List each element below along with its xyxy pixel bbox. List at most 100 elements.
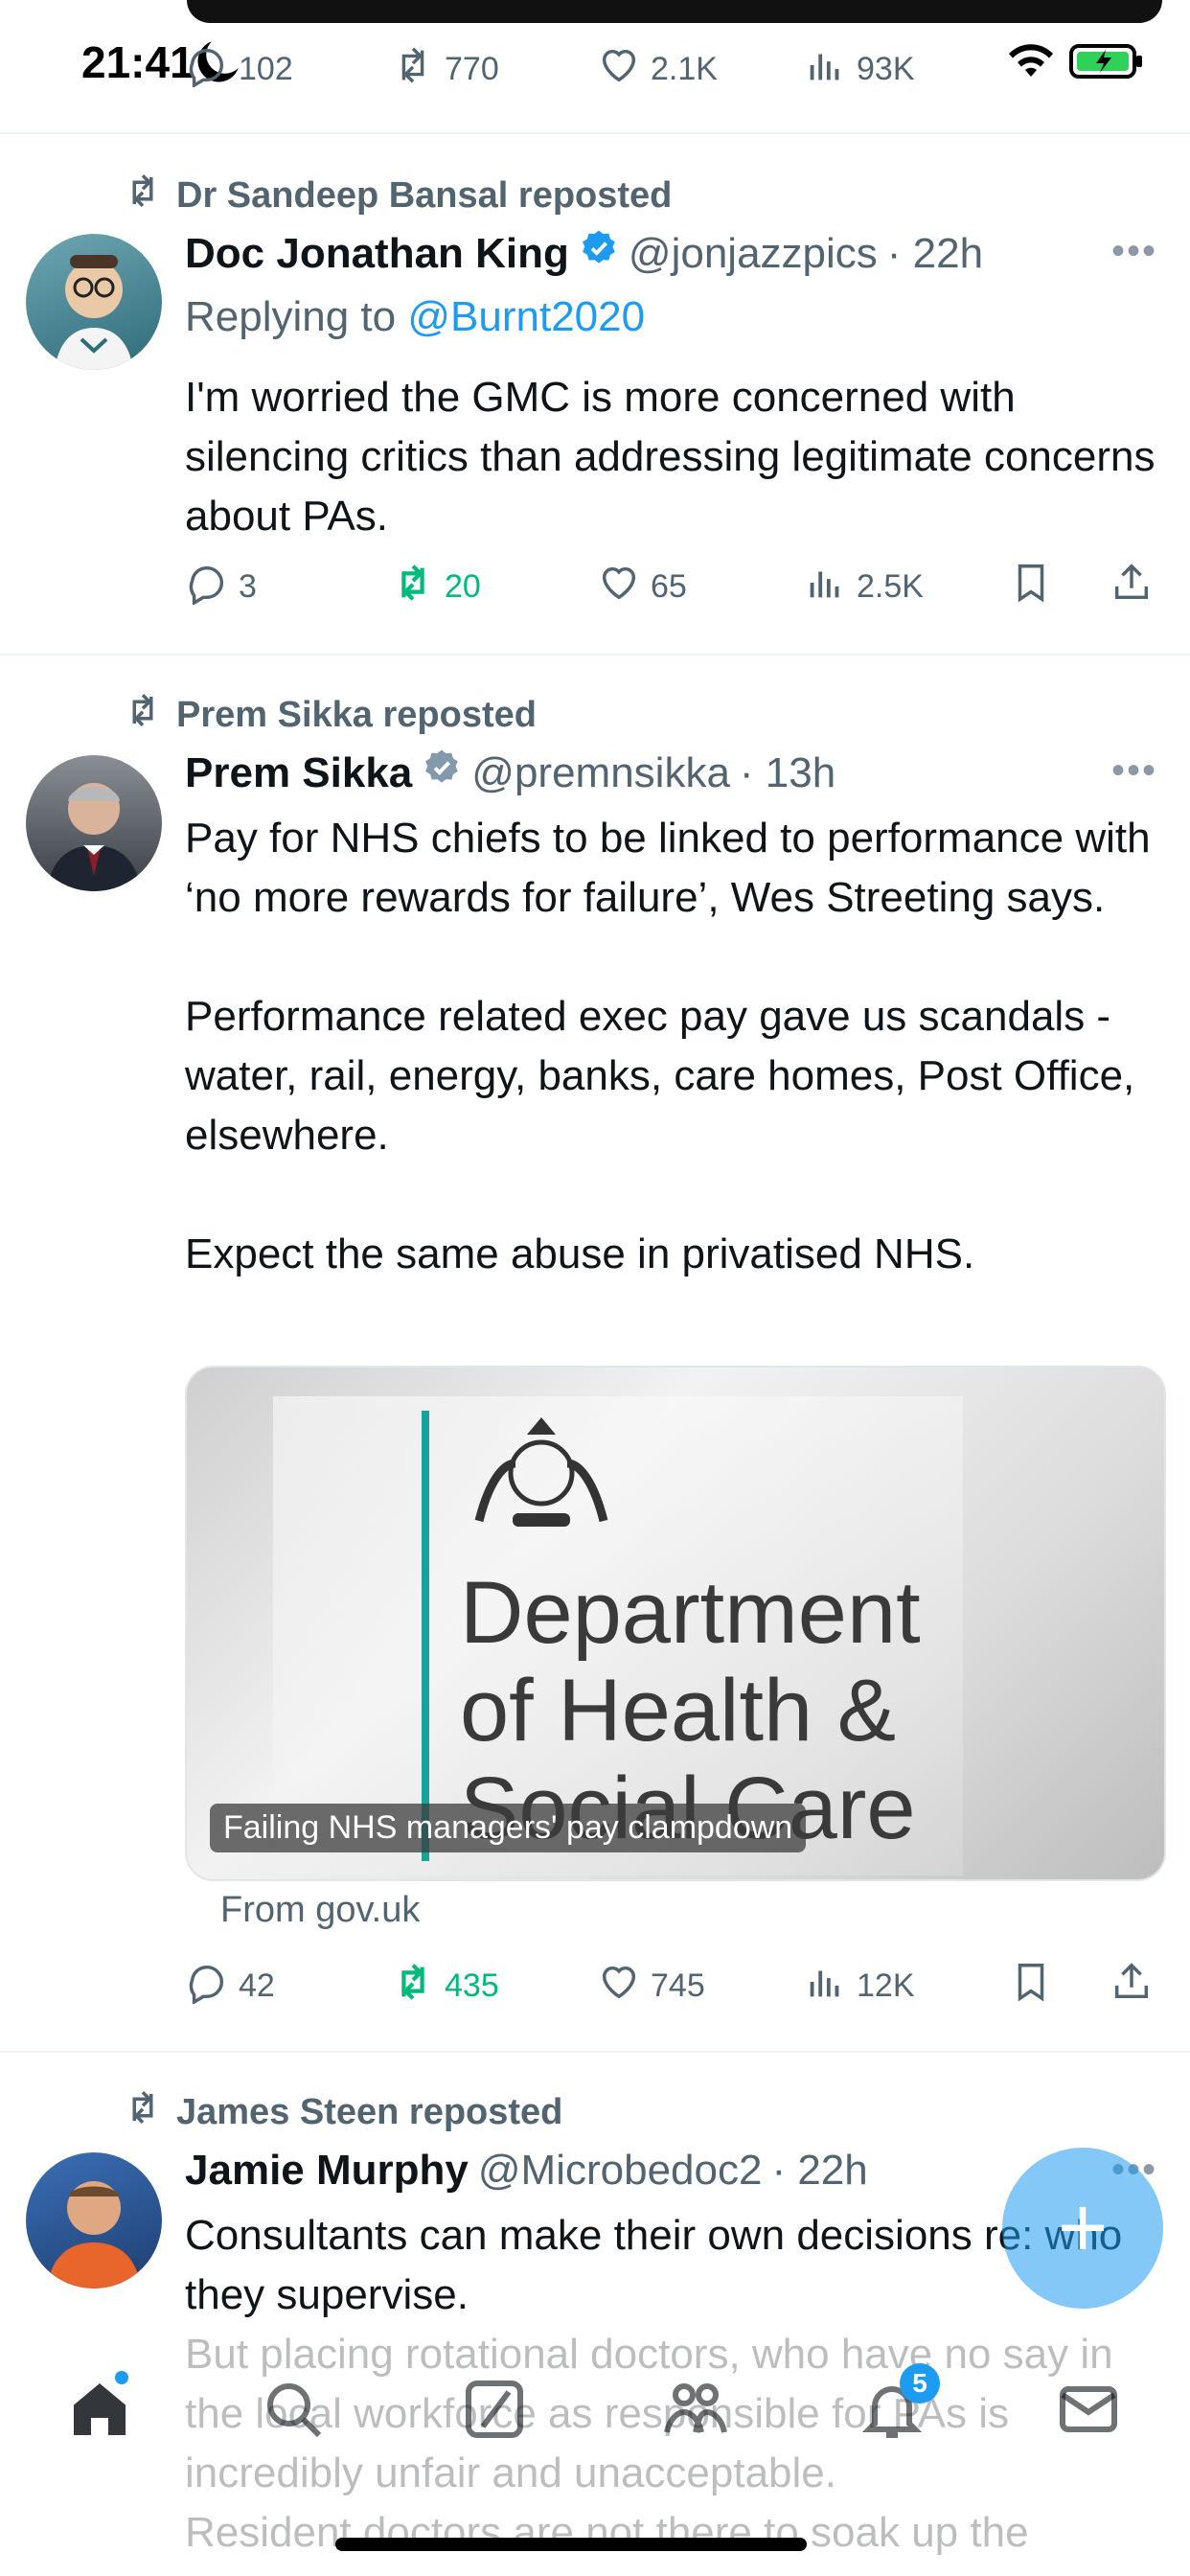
notification-badge: 5: [900, 2363, 940, 2404]
verified-icon: [579, 228, 619, 279]
heart-icon: [597, 1960, 641, 2012]
card-source[interactable]: From gov.uk: [220, 1890, 420, 1931]
repost-action[interactable]: 770: [391, 43, 499, 96]
repost-indicator[interactable]: James Steen reposted: [123, 2087, 562, 2137]
share-icon: [1110, 1960, 1154, 2012]
repost-icon: [391, 561, 435, 613]
previous-tweet-media[interactable]: [187, 0, 1162, 23]
display-name[interactable]: Prem Sikka: [185, 749, 412, 797]
people-icon: [661, 2383, 730, 2448]
repost-indicator[interactable]: Prem Sikka reposted: [123, 690, 537, 740]
bookmark-action[interactable]: [1009, 1960, 1053, 2012]
repost-count: 20: [445, 568, 481, 605]
verified-icon: [422, 748, 462, 798]
replying-to: Replying to @Burnt2020: [185, 293, 645, 341]
like-count: 2.1K: [651, 51, 718, 87]
compose-fab-button[interactable]: +: [1002, 2148, 1163, 2309]
like-count: 65: [651, 568, 687, 605]
bookmark-icon: [1009, 561, 1053, 613]
handle[interactable]: @Microbedoc2: [478, 2147, 763, 2195]
avatar[interactable]: [26, 234, 162, 370]
reply-action[interactable]: 3: [185, 561, 257, 613]
reply-action[interactable]: 102: [185, 43, 293, 96]
tweet-header: Jamie Murphy @Microbedoc2 · 22h: [185, 2147, 868, 2195]
reply-icon: [185, 43, 229, 96]
views-count: 2.5K: [857, 568, 924, 605]
tweet-actions: 42 435 745 12K: [185, 1960, 1162, 2017]
tab-home[interactable]: [65, 2371, 134, 2444]
tweet-header: Doc Jonathan King @jonjazzpics · 22h: [185, 228, 983, 279]
plaque-accent-line: [422, 1411, 429, 1861]
repost-action[interactable]: 435: [391, 1960, 499, 2012]
home-indicator: [335, 2538, 807, 2551]
views-count: 93K: [857, 51, 915, 87]
home-icon: [65, 2383, 134, 2448]
handle[interactable]: @jonjazzpics: [629, 230, 878, 278]
reply-icon: [185, 1960, 229, 2012]
like-count: 745: [651, 1967, 705, 2004]
views-count: 12K: [857, 1967, 915, 2004]
views-icon: [803, 561, 847, 613]
reply-icon: [185, 561, 229, 613]
repost-icon: [123, 690, 163, 740]
views-action[interactable]: 2.5K: [803, 561, 924, 613]
heart-icon: [597, 43, 641, 96]
repost-count: 770: [445, 51, 499, 87]
bookmark-action[interactable]: [1009, 561, 1053, 613]
tweet-header: Prem Sikka @premnsikka · 13h: [185, 748, 835, 798]
avatar[interactable]: [26, 755, 162, 891]
handle[interactable]: @premnsikka: [471, 749, 730, 797]
divider: [0, 132, 1190, 134]
display-name[interactable]: Doc Jonathan King: [185, 230, 569, 278]
reply-count: 102: [239, 51, 293, 87]
heart-icon: [597, 561, 641, 613]
more-options-icon[interactable]: •••: [1111, 230, 1157, 273]
card-caption: Failing NHS managers' pay clampdown: [210, 1804, 807, 1852]
tab-notifications[interactable]: 5: [858, 2363, 940, 2444]
timestamp[interactable]: · 13h: [740, 749, 835, 797]
tab-search[interactable]: [259, 2375, 328, 2444]
repost-icon: [123, 171, 163, 220]
reply-count: 3: [239, 568, 257, 605]
repost-icon: [123, 2087, 163, 2137]
reply-count: 42: [239, 1967, 275, 2004]
tab-messages[interactable]: [1054, 2375, 1123, 2444]
replying-to-label: Replying to: [185, 293, 397, 340]
repost-by-label: Dr Sandeep Bansal reposted: [176, 174, 673, 216]
reply-action[interactable]: 42: [185, 1960, 275, 2012]
search-icon: [259, 2383, 328, 2448]
avatar[interactable]: [26, 2152, 162, 2288]
more-options-icon[interactable]: •••: [1111, 749, 1157, 793]
link-card-image[interactable]: Department of Health & Social Care Faili…: [185, 1366, 1166, 1881]
plus-icon: +: [1057, 2179, 1109, 2276]
views-action[interactable]: 93K: [803, 43, 915, 96]
tweet-text[interactable]: I'm worried the GMC is more concerned wi…: [185, 368, 1162, 546]
repost-by-label: Prem Sikka reposted: [176, 694, 537, 735]
display-name[interactable]: Jamie Murphy: [185, 2147, 469, 2195]
like-action[interactable]: 2.1K: [597, 43, 718, 96]
views-icon: [803, 1960, 847, 2012]
tweet-actions: 3 20 65 2.5K: [185, 561, 1162, 618]
mention-link[interactable]: @Burnt2020: [407, 293, 645, 340]
royal-crest-icon: [460, 1406, 623, 1545]
timestamp[interactable]: · 22h: [771, 2147, 867, 2195]
like-action[interactable]: 65: [597, 561, 687, 613]
tab-communities[interactable]: [661, 2375, 730, 2444]
top-tweet-actions: 102 770 2.1K 93K: [185, 43, 1162, 101]
notification-dot: [115, 2371, 128, 2384]
share-action[interactable]: [1110, 1960, 1154, 2012]
share-action[interactable]: [1110, 561, 1154, 613]
tab-grok[interactable]: [460, 2375, 529, 2444]
slash-square-icon: [460, 2380, 529, 2448]
repost-indicator[interactable]: Dr Sandeep Bansal reposted: [123, 171, 672, 220]
timestamp[interactable]: · 22h: [887, 230, 983, 278]
repost-action[interactable]: 20: [391, 561, 481, 613]
repost-icon: [391, 1960, 435, 2012]
views-action[interactable]: 12K: [803, 1960, 915, 2012]
divider: [0, 654, 1190, 656]
envelope-icon: [1054, 2386, 1123, 2448]
bookmark-icon: [1009, 1960, 1053, 2012]
like-action[interactable]: 745: [597, 1960, 705, 2012]
tweet-text[interactable]: Pay for NHS chiefs to be linked to perfo…: [185, 809, 1162, 1284]
repost-by-label: James Steen reposted: [176, 2091, 563, 2132]
